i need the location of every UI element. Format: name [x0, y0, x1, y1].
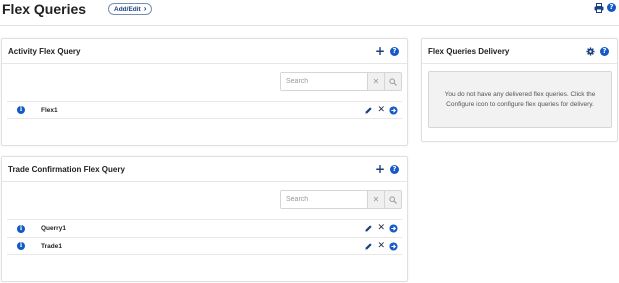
- clear-search-button[interactable]: ✕: [367, 73, 384, 90]
- empty-state-box: You do not have any delivered flex queri…: [428, 71, 612, 128]
- close-icon: ✕: [372, 195, 380, 204]
- search-input[interactable]: [281, 73, 367, 90]
- add-edit-label: Add/Edit: [114, 5, 141, 13]
- trade-confirmation-flex-query-panel: Trade Confirmation Flex Query + ? ✕ i Qu…: [1, 156, 408, 282]
- pencil-icon[interactable]: [364, 242, 373, 251]
- add-edit-button[interactable]: Add/Edit ›: [108, 3, 153, 15]
- delete-icon[interactable]: ✕: [377, 224, 385, 233]
- table-row: i Flex1 ✕: [7, 101, 402, 119]
- page-title: Flex Queries: [2, 1, 87, 17]
- pencil-icon[interactable]: [364, 106, 373, 115]
- search-box: ✕: [280, 190, 402, 209]
- search-button[interactable]: [384, 73, 401, 90]
- print-icon[interactable]: [594, 3, 604, 13]
- arrow-right-circle-icon[interactable]: [389, 105, 398, 115]
- search-button[interactable]: [384, 191, 401, 208]
- header-icons: ?: [594, 3, 616, 13]
- table-row: i Querry1 ✕: [7, 219, 402, 237]
- table-row: i Trade1 ✕: [7, 237, 402, 255]
- info-icon[interactable]: i: [17, 106, 25, 114]
- query-name[interactable]: Flex1: [41, 107, 58, 114]
- search-icon: [389, 77, 397, 86]
- close-icon: ✕: [372, 77, 380, 86]
- info-icon[interactable]: i: [17, 242, 25, 250]
- activity-flex-query-panel: Activity Flex Query + ? ✕ i Flex1 ✕: [1, 38, 408, 146]
- page-header: Flex Queries Add/Edit › ?: [0, 0, 619, 26]
- add-icon[interactable]: +: [375, 163, 385, 175]
- empty-state-message: You do not have any delivered flex queri…: [444, 90, 596, 108]
- search-input[interactable]: [281, 191, 367, 208]
- help-icon[interactable]: ?: [390, 164, 399, 174]
- flex-queries-delivery-panel: Flex Queries Delivery ? You do not have …: [421, 38, 618, 142]
- query-name[interactable]: Querry1: [41, 225, 66, 232]
- search-box: ✕: [280, 72, 402, 91]
- arrow-right-circle-icon[interactable]: [389, 224, 398, 233]
- help-icon[interactable]: ?: [390, 46, 399, 56]
- delete-icon[interactable]: ✕: [377, 105, 385, 115]
- help-icon[interactable]: ?: [600, 46, 609, 56]
- gear-icon[interactable]: [586, 46, 595, 56]
- panel-header: Trade Confirmation Flex Query + ?: [2, 157, 407, 182]
- panel-title: Activity Flex Query: [8, 46, 81, 56]
- search-icon: [389, 195, 397, 204]
- panel-header: Flex Queries Delivery ?: [422, 39, 617, 64]
- pencil-icon[interactable]: [364, 224, 373, 233]
- add-icon[interactable]: +: [375, 45, 385, 57]
- chevron-right-icon: ›: [143, 4, 147, 13]
- row-actions: ✕: [364, 224, 398, 233]
- panel-header: Activity Flex Query + ?: [2, 39, 407, 64]
- clear-search-button[interactable]: ✕: [367, 191, 384, 208]
- panel-title: Flex Queries Delivery: [428, 46, 510, 56]
- row-actions: ✕: [364, 105, 398, 115]
- arrow-right-circle-icon[interactable]: [389, 241, 398, 251]
- info-icon[interactable]: i: [17, 224, 25, 233]
- panel-actions: + ?: [375, 163, 399, 175]
- query-name[interactable]: Trade1: [41, 243, 62, 250]
- help-icon[interactable]: ?: [607, 3, 616, 12]
- panel-title: Trade Confirmation Flex Query: [8, 164, 125, 174]
- delete-icon[interactable]: ✕: [377, 241, 385, 251]
- row-actions: ✕: [364, 241, 398, 251]
- panel-actions: + ?: [375, 45, 399, 57]
- panel-actions: ?: [586, 46, 609, 56]
